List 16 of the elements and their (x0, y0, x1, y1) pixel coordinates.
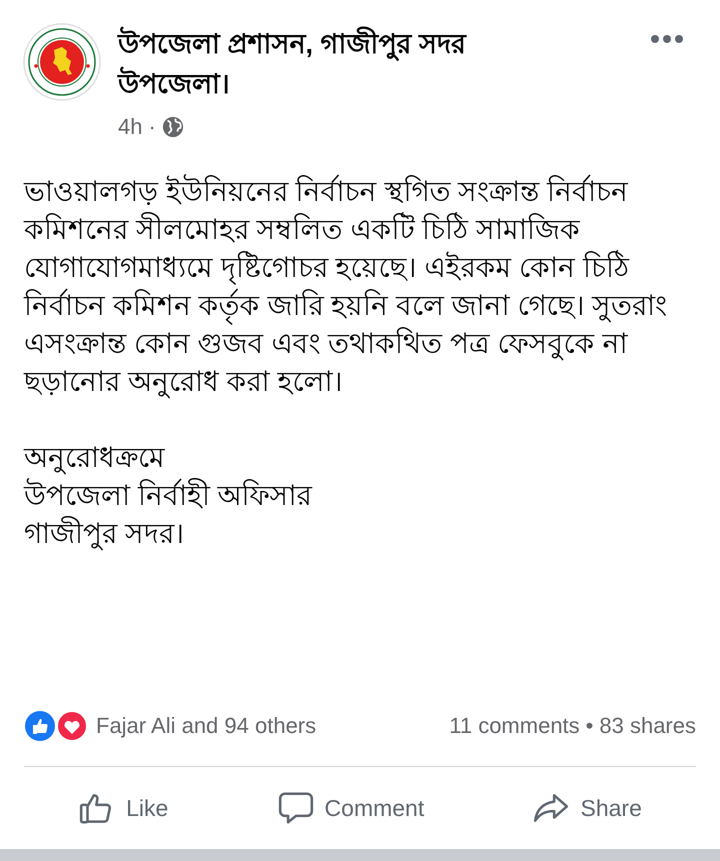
like-button[interactable]: Like (68, 781, 178, 835)
share-button[interactable]: Share (522, 781, 652, 835)
separator-dot: · (148, 113, 156, 141)
comment-button[interactable]: Comment (266, 781, 434, 835)
post-time: 4h (118, 113, 142, 141)
separator-dot: • (586, 712, 594, 740)
signature-line: উপজেলা নির্বাহী অফিসার (24, 477, 314, 513)
comments-count[interactable]: 11 comments (449, 709, 580, 742)
shares-count[interactable]: 83 shares (599, 709, 696, 742)
reactions-summary[interactable]: Fajar Ali and 94 others (96, 709, 316, 742)
globe-icon (162, 116, 184, 138)
more-options-icon[interactable] (650, 34, 684, 44)
post-text: ভাওয়ালগড় ইউনিয়নের নির্বাচন স্থগিত সংক্রান্ত নির্বাচন কমিশনের সীলমোহর সম্বলিত একটি চিঠি সামাজিক যোগাযোগমাধ্যমে দৃষ্টিগোচর হয়েছে। এইরকম কোন চিঠি নির্বাচন কমিশন কর্তৃক জারি হয়নি বলে জানা গেছে। সুতরাং এসংক্রান্ত কোন গুজব এবং তথাকথিত পত্র ফেসবুকে না ছড়ানোর অনুরোধ করা হলো। (24, 173, 668, 400)
signature-line: গাজীপুর সদর। (24, 515, 185, 552)
page-name[interactable]: উপজেলা প্রশাসন, গাজীপুর সদর উপজেলা। (118, 24, 578, 104)
signature-line: অনুরোধক্রমে (24, 441, 166, 476)
